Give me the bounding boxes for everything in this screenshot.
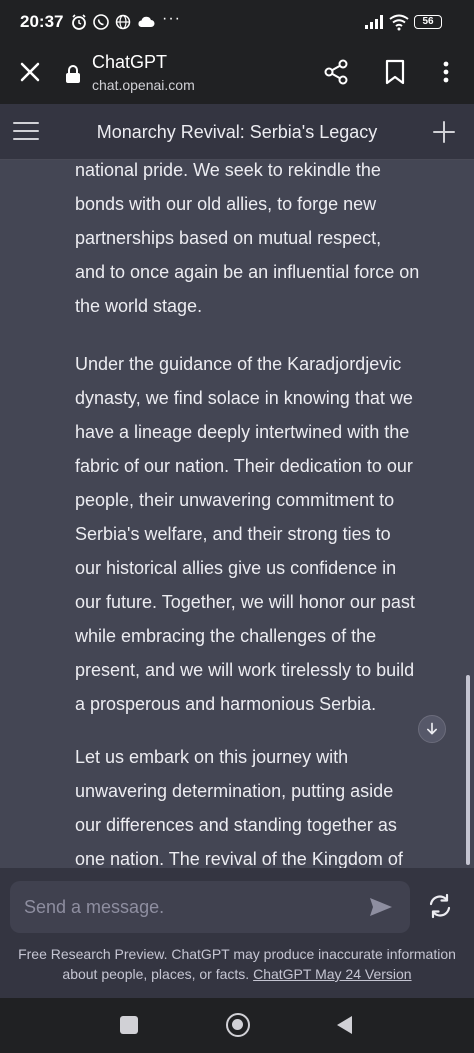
send-icon[interactable] <box>368 895 394 919</box>
whatsapp-icon <box>93 14 109 30</box>
close-icon[interactable] <box>16 58 44 86</box>
alarm-icon <box>72 14 86 30</box>
battery-icon: 56 <box>414 15 442 29</box>
system-nav-bar <box>0 998 474 1053</box>
disclaimer: Free Research Preview. ChatGPT may produ… <box>18 946 456 982</box>
share-icon[interactable] <box>322 58 350 86</box>
globe-icon <box>115 14 131 30</box>
composer: Free Research Preview. ChatGPT may produ… <box>0 868 474 998</box>
recents-icon[interactable] <box>120 1016 138 1034</box>
conversation-title: Monarchy Revival: Serbia's Legacy <box>96 122 378 142</box>
status-bar: 20:37 ··· 56 <box>0 0 474 44</box>
signal-icon <box>365 15 383 29</box>
message-input-box <box>10 881 410 933</box>
message-paragraph: national pride. We seek to rekindle the … <box>75 160 420 316</box>
more-icon: ··· <box>162 10 181 27</box>
version-link[interactable]: ChatGPT May 24 Version <box>253 966 411 982</box>
message-input[interactable] <box>24 881 364 933</box>
bookmark-icon[interactable] <box>382 58 408 86</box>
browser-url[interactable]: chat.openai.com <box>92 77 195 93</box>
back-icon[interactable] <box>334 1014 354 1036</box>
message-paragraph: Under the guidance of the Karadjordjevic… <box>75 354 415 714</box>
wifi-icon <box>389 14 409 31</box>
more-vertical-icon[interactable] <box>436 58 456 86</box>
browser-bar: ChatGPT chat.openai.com <box>0 44 474 104</box>
home-icon[interactable] <box>226 1013 250 1037</box>
lock-icon <box>66 65 80 83</box>
regenerate-icon[interactable] <box>426 892 454 920</box>
scroll-down-icon[interactable] <box>418 715 446 743</box>
browser-page-title: ChatGPT <box>92 52 168 72</box>
new-chat-icon[interactable] <box>430 118 458 146</box>
status-time: 20:37 <box>20 12 64 31</box>
assistant-message: national pride. We seek to rekindle the … <box>0 160 474 868</box>
chat-header: Monarchy Revival: Serbia's Legacy <box>0 104 474 160</box>
message-paragraph: Let us embark on this journey with unwav… <box>75 747 403 868</box>
cloud-icon <box>138 16 155 27</box>
scrollbar[interactable] <box>466 675 470 865</box>
